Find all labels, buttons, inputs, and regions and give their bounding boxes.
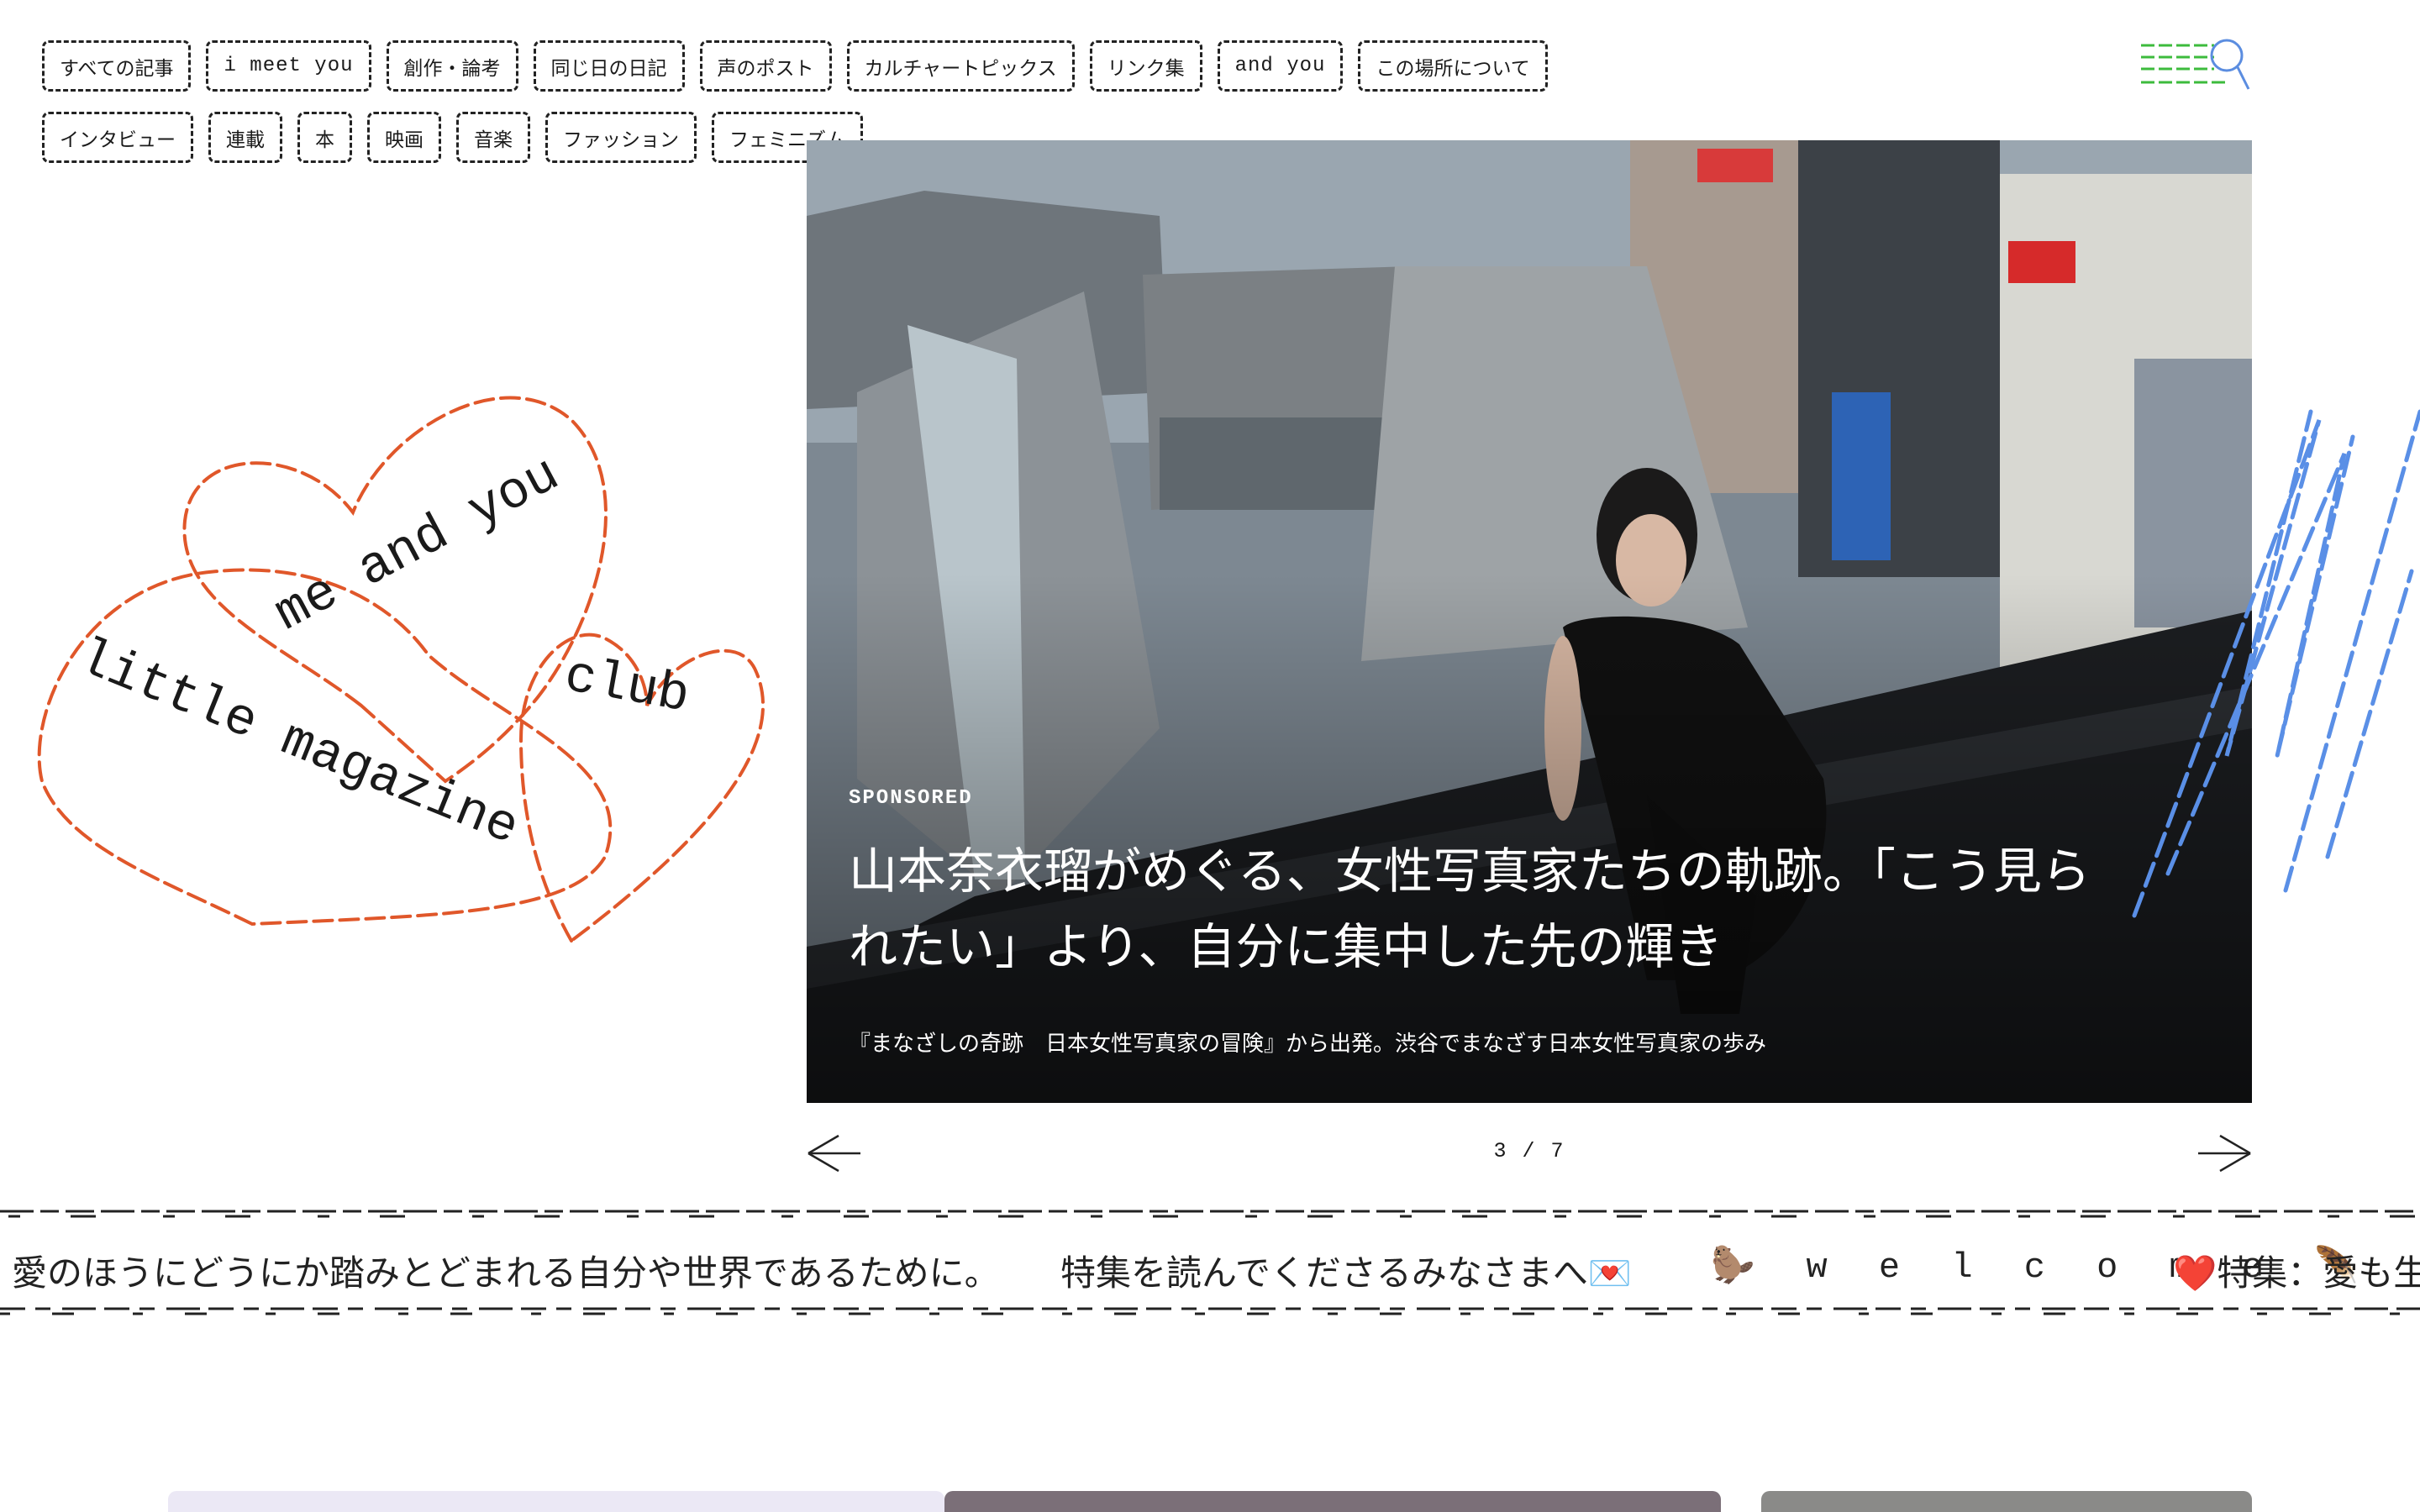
ticker-top-border: [0, 1210, 2420, 1218]
arrow-left-icon: [808, 1134, 860, 1173]
tag-movies[interactable]: 映画: [367, 112, 441, 163]
tag-voice-post[interactable]: 声のポスト: [699, 40, 832, 92]
menu-lines-icon: [2141, 39, 2250, 90]
hero-title-line-1: 山本奈衣瑠がめぐる、女性写真家たちの軌跡。「こう見ら: [849, 843, 2091, 900]
tag-series[interactable]: 連載: [208, 112, 282, 163]
sponsored-label: SPONSORED: [849, 787, 973, 810]
arrow-right-icon: [2198, 1134, 2251, 1173]
tag-same-day-diary[interactable]: 同じ日の日記: [533, 40, 685, 92]
ticker-item-1[interactable]: 愛のほうにどうにか踏みとどまれる自分や世界であるために。: [12, 1245, 1000, 1296]
article-card-3[interactable]: [1761, 1491, 2252, 1512]
hero-slide[interactable]: SPONSORED 山本奈衣瑠がめぐる、女性写真家たちの軌跡。「こう見ら れたい…: [807, 140, 2252, 1103]
carousel-next-button[interactable]: [2195, 1132, 2254, 1174]
tag-culture-topics[interactable]: カルチャートピックス: [846, 40, 1075, 92]
category-nav-row-1: すべての記事 i meet you 創作・論考 同じ日の日記 声のポスト カルチ…: [42, 40, 1639, 92]
hero-title-line-2: れたい」より、自分に集中した先の輝き: [849, 918, 1723, 975]
hero-subtitle: 『まなざしの奇跡 日本女性写真家の冒険』から出発。渋谷でまなざす日本女性写真家の…: [849, 1032, 1767, 1057]
tag-i-meet-you[interactable]: i meet you: [206, 40, 371, 92]
logo-text-club: club: [560, 646, 694, 727]
tag-creation-essays[interactable]: 創作・論考: [386, 40, 518, 92]
menu-search-button[interactable]: [2134, 34, 2252, 94]
ticker-bottom-border: [0, 1307, 2420, 1315]
tag-and-you[interactable]: and you: [1217, 40, 1344, 92]
article-card-1[interactable]: [168, 1491, 944, 1512]
tag-about[interactable]: この場所について: [1358, 40, 1548, 92]
tag-music[interactable]: 音楽: [456, 112, 530, 163]
ticker-item-4[interactable]: ❤️特集：愛も生: [2173, 1245, 2420, 1296]
site-logo[interactable]: me and you little magazine club: [34, 344, 773, 949]
tag-fashion[interactable]: ファッション: [545, 112, 697, 163]
article-card-2[interactable]: [944, 1491, 1721, 1512]
ticker-item-2[interactable]: 特集を読んでくださるみなさまへ💌: [1060, 1245, 1632, 1296]
tag-links[interactable]: リンク集: [1089, 40, 1202, 92]
tag-interview[interactable]: インタビュー: [42, 112, 193, 163]
scribble-decoration: [2132, 409, 2420, 918]
tag-books[interactable]: 本: [297, 112, 352, 163]
logo-text-me-and-you: me and you: [266, 444, 570, 643]
article-cards-preview: [0, 1491, 2420, 1512]
carousel-counter: 3 / 7: [1493, 1139, 1565, 1163]
hero-title[interactable]: 山本奈衣瑠がめぐる、女性写真家たちの軌跡。「こう見ら れたい」より、自分に集中し…: [849, 833, 2193, 984]
announcement-ticker[interactable]: 愛のほうにどうにか踏みとどまれる自分や世界であるために。 特集を読んでくださるみ…: [0, 1201, 2420, 1336]
tag-all-articles[interactable]: すべての記事: [42, 40, 192, 92]
carousel-prev-button[interactable]: [805, 1132, 864, 1174]
